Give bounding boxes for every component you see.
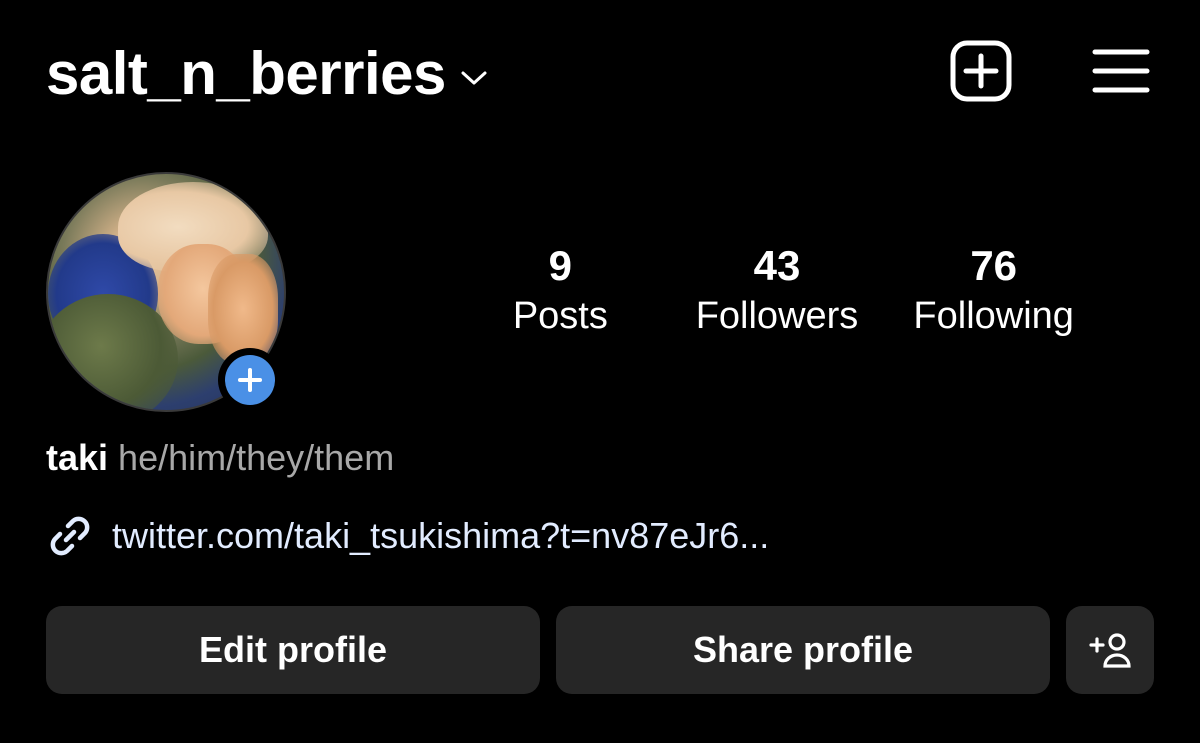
pronouns: he/him/they/them [118, 437, 395, 478]
create-button[interactable] [950, 40, 1012, 102]
add-person-icon [1089, 633, 1131, 668]
share-profile-button[interactable]: Share profile [556, 606, 1050, 694]
profile-username: salt_n_berries [46, 40, 446, 107]
display-name: taki [46, 437, 109, 478]
posts-count: 9 [548, 242, 573, 289]
followers-label: Followers [695, 295, 859, 337]
profile-stats: 9 Posts 43 Followers 76 Following [452, 240, 1102, 340]
following-label: Following [913, 295, 1074, 337]
menu-button[interactable] [1090, 40, 1152, 102]
stat-followers[interactable]: 43 Followers [669, 240, 886, 340]
plus-square-icon [950, 40, 1012, 102]
edit-profile-button[interactable]: Edit profile [46, 606, 540, 694]
profile-bio: taki he/him/they/them [46, 436, 394, 480]
plus-circle-icon [238, 368, 262, 392]
discover-people-button[interactable] [1066, 606, 1154, 694]
stat-posts[interactable]: 9 Posts [452, 240, 669, 340]
following-count: 76 [970, 242, 1018, 289]
chevron-down-icon [461, 71, 487, 85]
account-switcher[interactable]: salt_n_berries [46, 34, 488, 114]
posts-label: Posts [512, 295, 608, 337]
add-story-button[interactable] [218, 348, 282, 412]
stat-following[interactable]: 76 Following [885, 240, 1102, 340]
hamburger-menu-icon [1092, 49, 1150, 93]
followers-count: 43 [753, 242, 801, 289]
profile-avatar-container [46, 172, 286, 412]
link-url: twitter.com/taki_tsukishima?t=nv87eJr6..… [112, 515, 770, 556]
profile-link[interactable]: twitter.com/taki_tsukishima?t=nv87eJr6..… [46, 512, 769, 560]
link-icon [50, 516, 90, 556]
profile-actions: Edit profile Share profile [46, 606, 1154, 694]
